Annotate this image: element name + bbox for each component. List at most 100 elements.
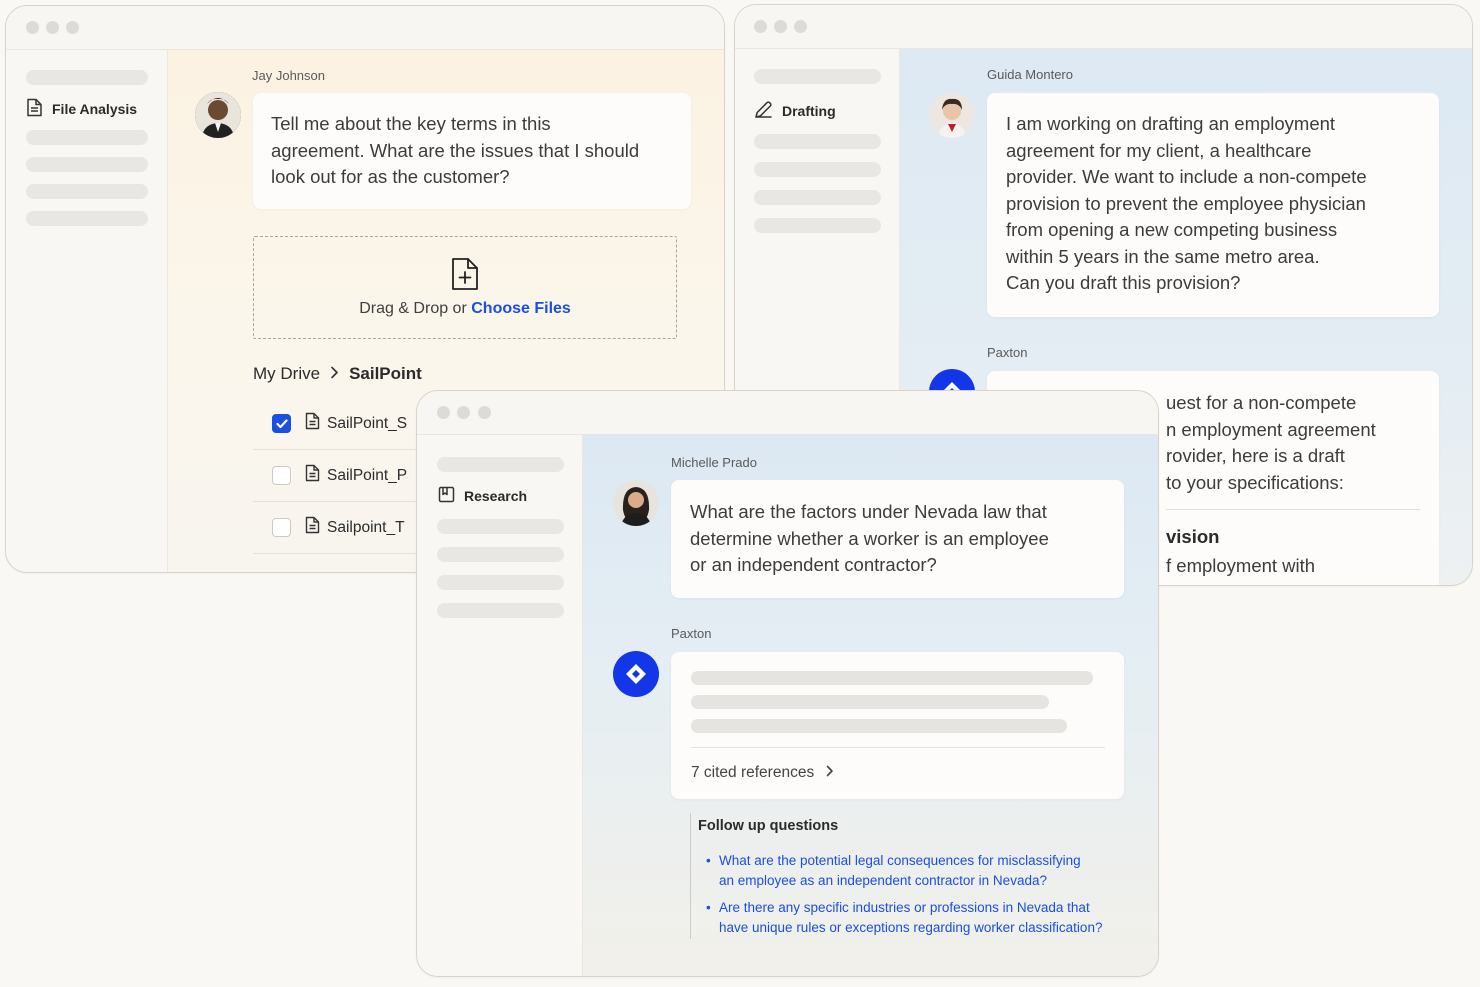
loading-placeholder [691, 719, 1067, 733]
book-icon [438, 486, 455, 506]
research-window: Research Michelle Prado What are the fac… [416, 390, 1159, 977]
follow-up-line: Are there any specific industries or pro… [719, 900, 1090, 915]
message-line: to your specifications: [1166, 471, 1344, 493]
message-line: Tell me about the key terms in this [271, 113, 551, 134]
message-line: n employment agreement [1166, 418, 1376, 440]
message-line: or an independent contractor? [690, 554, 937, 575]
sidebar-item-label: File Analysis [52, 101, 138, 117]
cited-references-link[interactable]: 7 cited references [691, 764, 834, 782]
breadcrumb: My Drive SailPoint [253, 364, 422, 384]
chevron-right-icon [330, 364, 339, 384]
sidebar: Research [417, 435, 583, 976]
chevron-right-icon [826, 764, 834, 782]
follow-up-question[interactable]: • What are the potential legal consequen… [706, 851, 1081, 891]
user-message-text: What are the factors under Nevada law th… [690, 499, 1049, 579]
cited-references-label: 7 cited references [691, 764, 815, 781]
sidebar-placeholder [26, 157, 148, 172]
choose-files-link[interactable]: Choose Files [471, 300, 571, 317]
window-titlebar [417, 391, 1158, 435]
follow-up-rule [690, 813, 691, 939]
follow-up-line: have unique rules or exceptions regardin… [719, 920, 1103, 935]
sidebar-placeholder [754, 190, 881, 205]
chat-panel: Michelle Prado What are the factors unde… [583, 435, 1158, 976]
user-message-text: Tell me about the key terms in this agre… [271, 111, 639, 191]
breadcrumb-my-drive[interactable]: My Drive [253, 364, 320, 384]
sidebar-placeholder [26, 70, 148, 85]
file-checkbox-checked[interactable] [272, 414, 291, 433]
sidebar-placeholder [437, 519, 564, 534]
breadcrumb-current: SailPoint [349, 364, 422, 383]
sidebar-placeholder [26, 184, 148, 199]
sidebar-item-label: Drafting [782, 103, 836, 119]
document-icon [305, 516, 320, 539]
dropzone-text: Drag & Drop or Choose Files [254, 300, 676, 318]
window-dot [754, 20, 767, 33]
file-name[interactable]: SailPoint_P [327, 467, 407, 485]
sidebar-placeholder [754, 134, 881, 149]
file-name[interactable]: SailPoint_S [327, 415, 407, 433]
sidebar-item-label: Research [464, 488, 528, 504]
window-dot [478, 406, 491, 419]
pen-icon [754, 100, 773, 122]
user-message-text: I am working on drafting an employment a… [1006, 111, 1367, 297]
window-dot [774, 20, 787, 33]
message-line: determine whether a worker is an employe… [690, 527, 1049, 549]
message-line: I am working on drafting an employment [1006, 113, 1336, 134]
message-line: Can you draft this provision? [1006, 272, 1241, 293]
sidebar-placeholder [754, 162, 881, 177]
document-icon [305, 412, 320, 435]
paxton-logo-icon [613, 651, 659, 697]
user-avatar [613, 480, 659, 526]
sidebar-item-drafting[interactable]: Drafting [754, 100, 836, 122]
message-line: from opening a new competing business [1006, 219, 1338, 240]
message-line: provider. We want to include a non-compe… [1006, 166, 1367, 187]
file-checkbox[interactable] [272, 466, 291, 485]
sidebar: File Analysis [6, 50, 168, 572]
window-titlebar [6, 6, 724, 50]
sidebar-placeholder [26, 130, 148, 145]
user-avatar [195, 92, 241, 138]
user-avatar [929, 92, 975, 138]
window-dot [437, 406, 450, 419]
divider [691, 747, 1105, 748]
follow-up-title: Follow up questions [698, 818, 839, 834]
message-line: rovider, here is a draft [1166, 445, 1345, 466]
window-dot [66, 21, 79, 34]
assistant-name: Paxton [987, 345, 1028, 360]
bullet: • [706, 853, 711, 868]
window-dot [794, 20, 807, 33]
window-dot [26, 21, 39, 34]
file-dropzone[interactable]: Drag & Drop or Choose Files [253, 236, 677, 339]
sidebar-placeholder [754, 218, 881, 233]
sidebar-placeholder [26, 211, 148, 226]
bullet: • [706, 900, 711, 915]
draft-heading: vision [1166, 526, 1220, 547]
divider [1166, 509, 1420, 510]
sidebar-placeholder [437, 603, 564, 618]
sidebar-item-research[interactable]: Research [438, 486, 527, 506]
message-line: within 5 years in the same metro area. [1006, 245, 1320, 267]
follow-up-line: What are the potential legal consequence… [719, 853, 1081, 868]
file-name[interactable]: Sailpoint_T [327, 519, 405, 537]
sidebar-placeholder [437, 547, 564, 562]
document-icon [26, 98, 43, 120]
message-line: What are the factors under Nevada law th… [690, 501, 1047, 522]
message-line: look out for as the customer? [271, 166, 510, 187]
assistant-message-text: uest for a non-compete n employment agre… [1166, 390, 1376, 496]
follow-up-line: an employee as an independent contractor… [719, 873, 1047, 888]
sidebar-placeholder [437, 457, 564, 472]
loading-placeholder [691, 671, 1093, 685]
sidebar-item-file-analysis[interactable]: File Analysis [26, 98, 137, 120]
user-name: Guida Montero [987, 67, 1073, 82]
message-line: agreement for my client, a healthcare [1006, 139, 1312, 161]
message-line: provision to prevent the employee physic… [1006, 192, 1366, 214]
file-checkbox[interactable] [272, 518, 291, 537]
document-icon [305, 464, 320, 487]
window-titlebar [735, 5, 1472, 49]
sidebar-placeholder [754, 69, 881, 84]
message-line: agreement. What are the issues that I sh… [271, 139, 640, 161]
follow-up-question[interactable]: • Are there any specific industries or p… [706, 898, 1103, 938]
assistant-name: Paxton [671, 626, 712, 641]
file-plus-icon [451, 257, 479, 296]
draft-body: f employment with [1166, 555, 1316, 576]
